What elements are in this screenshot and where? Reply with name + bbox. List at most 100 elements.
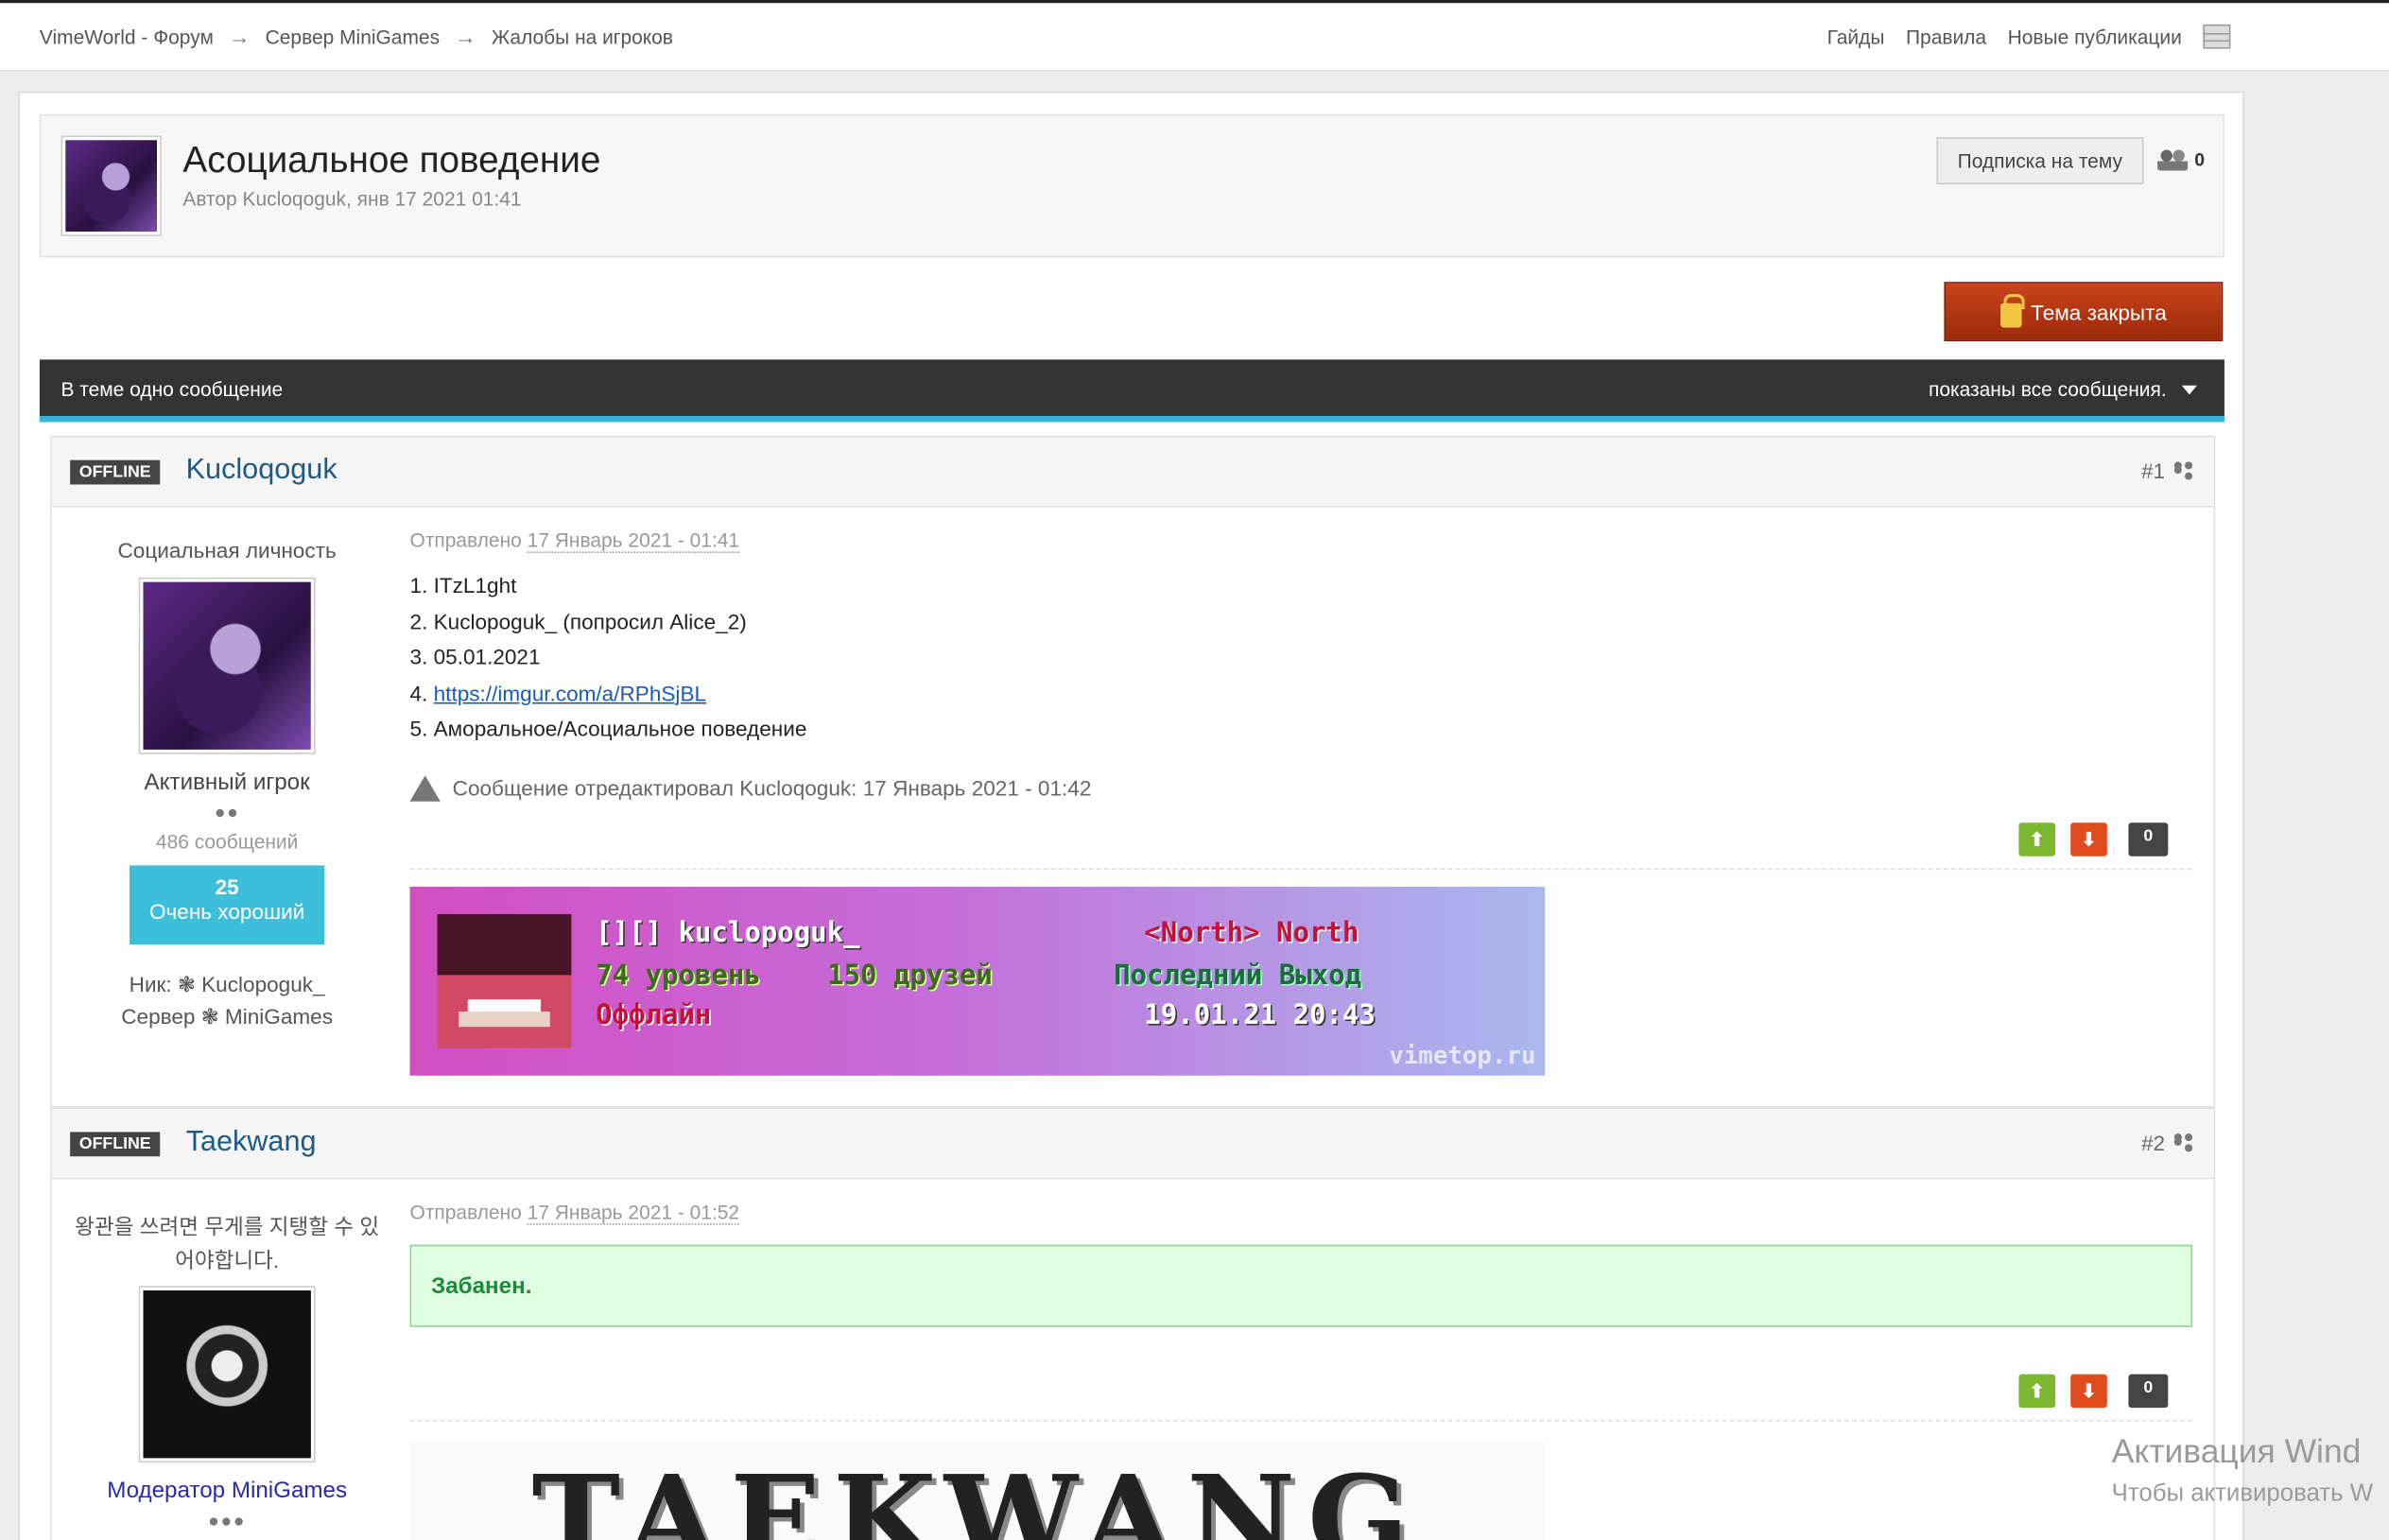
posted-date[interactable]: 17 Январь 2021 - 01:52 [527,1200,740,1225]
chevron-down-icon [2181,384,2197,394]
post-permalink[interactable]: #2 [2140,1130,2193,1155]
rank-pips: ●●● [208,1510,247,1531]
user-rank: Активный игрок [144,769,310,796]
status-badge: OFFLINE [70,1132,161,1157]
avatar[interactable] [138,1286,316,1463]
reputation-value: 25 [215,874,239,899]
body-line: 1. ITzL1ght [409,572,517,597]
topic-meta: Автор Kucloqoguk, янв 17 2021 01:41 [182,187,522,211]
breadcrumb-arrow-icon: → [228,24,251,49]
signature-divider [409,1420,2193,1422]
post-content: Отправлено 17 Январь 2021 - 01:41 1. ITz… [409,508,2193,1075]
post-2: OFFLINE Taekwang #2 왕관을 쓰려면 무게를 지탱할 수 있어… [50,1107,2216,1540]
vote-count: 0 [2128,822,2169,856]
avatar[interactable] [138,577,316,754]
vote-count: 0 [2128,1374,2169,1409]
body-line: 5. Аморальное/Асоциальное поведение [409,716,807,741]
vote-down-button[interactable]: ⬇ [2069,1374,2107,1409]
posts-filter-label: показаны все сообщения. [1928,377,2167,401]
top-links: Гайды Правила Новые публикации [1827,24,2231,49]
posted-label: Отправлено [409,528,522,552]
banner-guild: <North> North [1144,916,1359,949]
watermark-line-1: Активация Wind [2111,1431,2362,1471]
post-body: 1. ITzL1ght 2. Kuclopoguk_ (попросил Ali… [410,568,2193,747]
rank-pips: ●● [214,801,240,823]
nav-rules-link[interactable]: Правила [1906,26,1986,48]
player-skin-icon [437,913,572,1047]
vote-up-button[interactable]: ⬆ [2018,822,2055,856]
posted-line: Отправлено 17 Январь 2021 - 01:52 [409,1200,2193,1225]
author-sidebar: 왕관을 쓰려면 무게를 지탱할 수 있어야합니다. Модератор Mini… [52,1179,403,1531]
followers-number: 0 [2194,148,2205,171]
user-title: 왕관을 쓰려면 무게를 지탱할 수 있어야합니다. [75,1214,380,1272]
server-field: Сервер ❃ MiniGames [121,1004,334,1029]
watermark-line-2: Чтобы активировать W [2111,1480,2374,1507]
banner-last-date: 19.01.21 20:43 [1144,998,1376,1031]
post-number: #2 [2140,1130,2166,1155]
post-1: OFFLINE Kucloqoguk #1 Социальная личност… [50,435,2216,1108]
topic-header: Асоциальное поведение Автор Kucloqoguk, … [39,113,2225,258]
followers-count[interactable]: 0 [2157,148,2205,171]
posted-label: Отправлено [409,1200,522,1224]
body-line: 4. https://imgur.com/a/RPhSjBL [409,680,707,705]
main-panel: Асоциальное поведение Автор Kucloqoguk, … [18,91,2244,1540]
page-root: VimeWorld - Форум → Сервер MiniGames → Ж… [0,0,2389,1540]
post-author-link[interactable]: Kucloqoguk [186,454,338,487]
topic-author-avatar[interactable] [61,135,162,236]
body-line: 3. 05.01.2021 [409,644,541,669]
reputation-badge: 25 Очень хороший [129,865,325,945]
breadcrumb-complaints[interactable]: Жалобы на игроков [492,26,673,48]
nick-field: Ник: ❃ Kuclopoguk_ [129,972,325,996]
user-rank: Модератор MiniGames [107,1478,348,1504]
edit-note: Сообщение отредактировал Kucloqoguk: 17 … [409,774,2193,801]
body-line: 2. Kuclopoguk_ (попросил Alice_2) [409,608,747,633]
lock-icon [1999,293,2025,327]
edit-note-text: Сообщение отредактировал Kucloqoguk: 17 … [452,775,1092,801]
signature-banner: [][] kuclopoguk_ 74 уровень 150 друзей О… [409,886,1546,1075]
people-icon [2157,148,2189,171]
signature-image: TAEKWANG [409,1443,1546,1540]
post-number: #1 [2140,459,2166,483]
menu-icon[interactable] [2203,24,2231,49]
banner-status: Оффлайн [596,998,712,1031]
evidence-link[interactable]: https://imgur.com/a/RPhSjBL [434,681,706,705]
warning-icon [409,774,441,801]
nav-new-posts-link[interactable]: Новые публикации [2008,26,2182,48]
posts-count-label: В теме одно сообщение [61,377,284,401]
page-title: Асоциальное поведение [182,140,601,182]
posted-line: Отправлено 17 Январь 2021 - 01:41 [409,528,2193,554]
vote-down-button[interactable]: ⬇ [2069,822,2107,856]
banner-last-label: Последний Выход [1114,959,1362,992]
posted-date[interactable]: 17 Январь 2021 - 01:41 [527,528,740,554]
windows-activation-watermark: Активация Wind Чтобы активировать W [2112,1432,2373,1509]
breadcrumb: VimeWorld - Форум → Сервер MiniGames → Ж… [40,25,673,49]
user-title: Социальная личность [117,537,337,562]
posts-info-bar: В теме одно сообщение показаны все сообщ… [39,359,2225,423]
post-content: Отправлено 17 Январь 2021 - 01:52 Забане… [409,1179,2193,1540]
breadcrumb-forum[interactable]: VimeWorld - Форум [40,26,214,48]
status-badge: OFFLINE [70,459,161,485]
post-header: OFFLINE Kucloqoguk #1 [51,437,2214,508]
vote-controls: ⬆ ⬇ 0 [410,1374,2193,1409]
topic-closed-label: Тема закрыта [2031,299,2167,324]
author-sidebar: Социальная личность Активный игрок ●● 48… [52,508,403,1030]
banner-site: vimetop.ru [1389,1039,1536,1069]
breadcrumb-arrow-icon: → [455,24,476,49]
breadcrumb-server[interactable]: Сервер MiniGames [266,26,440,48]
share-icon [2173,1133,2193,1151]
signature-text: TAEKWANG [531,1450,1422,1540]
signature-divider [409,867,2193,870]
vote-controls: ⬆ ⬇ 0 [410,822,2193,856]
banner-friends: 150 друзей [827,959,993,992]
post-author-link[interactable]: Taekwang [186,1126,317,1159]
posts-filter-dropdown[interactable]: показаны все сообщения. [1929,378,2197,401]
post-permalink[interactable]: #1 [2140,459,2193,483]
subscribe-button[interactable]: Подписка на тему [1936,137,2144,185]
topic-closed-button[interactable]: Тема закрыта [1944,282,2224,341]
nav-guides-link[interactable]: Гайды [1827,26,1885,48]
post-header: OFFLINE Taekwang #2 [51,1109,2214,1180]
message-count: 486 сообщений [155,830,299,854]
share-icon [2173,461,2193,479]
banner-level: 74 уровень [596,959,761,992]
vote-up-button[interactable]: ⬆ [2018,1374,2055,1409]
